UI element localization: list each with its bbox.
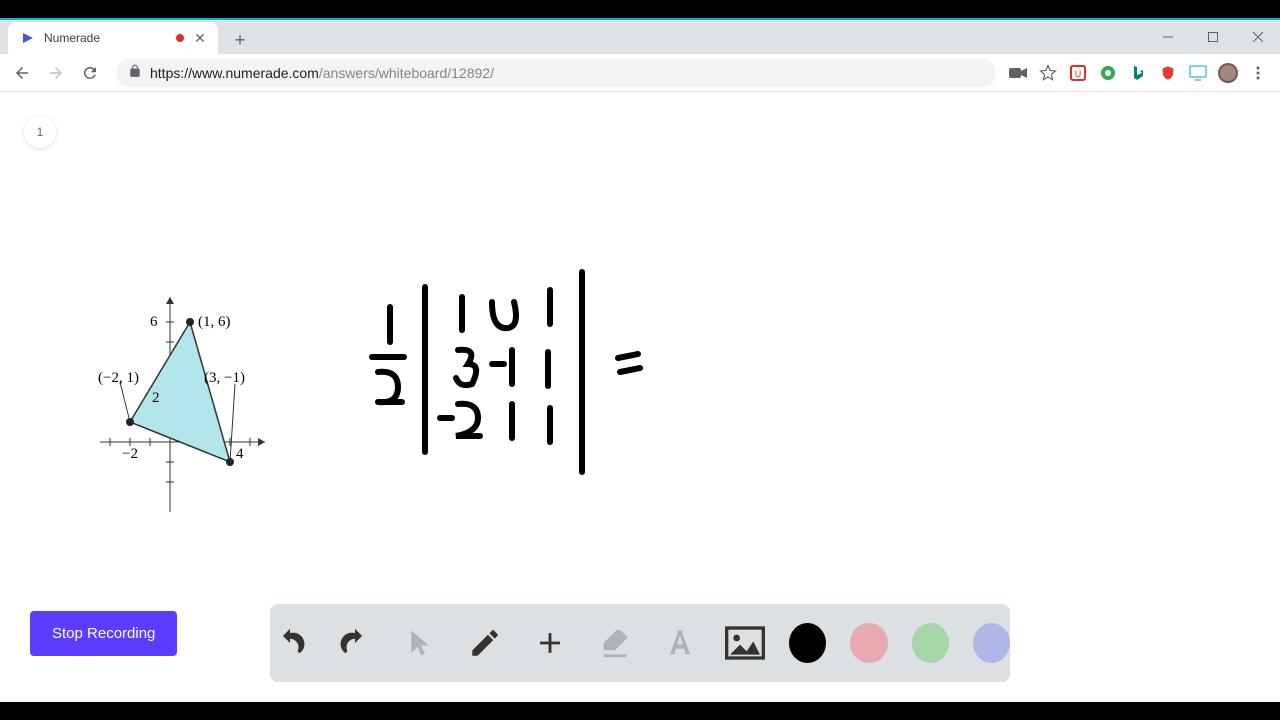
- extension-icons: U: [1008, 63, 1268, 83]
- y-tick-6: 6: [150, 314, 158, 330]
- reload-button[interactable]: [76, 59, 104, 87]
- new-tab-button[interactable]: +: [226, 26, 254, 54]
- tab-strip: Numerade ✕ +: [0, 20, 1280, 54]
- menu-button[interactable]: [1248, 63, 1268, 83]
- lock-icon: [128, 64, 142, 81]
- minimize-button[interactable]: [1145, 20, 1190, 54]
- tab-close-button[interactable]: ✕: [192, 30, 208, 46]
- handwriting: [372, 272, 640, 472]
- vertex-a-label: (1, 6): [198, 314, 231, 330]
- text-tool[interactable]: [659, 621, 700, 665]
- redo-button[interactable]: [335, 621, 376, 665]
- add-tool[interactable]: [530, 621, 571, 665]
- page-content: 1: [0, 92, 1280, 702]
- browser-window: Numerade ✕ + https://www.numerade.com/an…: [0, 18, 1280, 702]
- ext-shield-icon[interactable]: [1158, 63, 1178, 83]
- whiteboard-toolbar: [270, 604, 1010, 682]
- ext-bing-icon[interactable]: [1128, 63, 1148, 83]
- letterbox-bottom: [0, 702, 1280, 720]
- favicon-icon: [20, 30, 36, 46]
- svg-text:U: U: [1075, 69, 1082, 79]
- forward-button[interactable]: [42, 59, 70, 87]
- ext-green-circle-icon[interactable]: [1098, 63, 1118, 83]
- ext-red-square-icon[interactable]: U: [1068, 63, 1088, 83]
- url-host: https://www.numerade.com: [150, 65, 319, 81]
- url-path: /answers/whiteboard/12892/: [319, 65, 494, 81]
- eraser-tool[interactable]: [595, 621, 636, 665]
- pointer-tool[interactable]: [400, 621, 441, 665]
- maximize-button[interactable]: [1190, 20, 1235, 54]
- profile-avatar[interactable]: [1218, 63, 1238, 83]
- recording-indicator-icon: [176, 34, 184, 42]
- window-controls: [1145, 20, 1280, 54]
- camera-icon[interactable]: [1008, 63, 1028, 83]
- undo-button[interactable]: [270, 621, 311, 665]
- close-window-button[interactable]: [1235, 20, 1280, 54]
- x-tick-4: 4: [236, 446, 244, 462]
- pencil-tool[interactable]: [465, 621, 506, 665]
- ext-monitor-icon[interactable]: [1188, 63, 1208, 83]
- toolbar-row: https://www.numerade.com/answers/whitebo…: [0, 54, 1280, 92]
- star-icon[interactable]: [1038, 63, 1058, 83]
- vertex-c-label: (−2, 1): [98, 370, 139, 386]
- letterbox-top: [0, 0, 1280, 18]
- coordinate-graph: 6 2 −2 4 (1, 6) (3, −1) (−2, 1): [98, 297, 265, 512]
- address-bar[interactable]: https://www.numerade.com/answers/whitebo…: [116, 59, 996, 87]
- tab-title: Numerade: [44, 31, 168, 45]
- x-tick-neg2: −2: [122, 446, 138, 462]
- vertex-b-label: (3, −1): [204, 370, 245, 386]
- stop-recording-button[interactable]: Stop Recording: [30, 611, 177, 656]
- back-button[interactable]: [8, 59, 36, 87]
- image-tool[interactable]: [724, 621, 765, 665]
- url-text: https://www.numerade.com/answers/whitebo…: [150, 65, 494, 81]
- whiteboard-canvas[interactable]: 6 2 −2 4 (1, 6) (3, −1) (−2, 1): [0, 92, 1280, 692]
- browser-tab[interactable]: Numerade ✕: [8, 22, 218, 54]
- color-pink[interactable]: [850, 623, 887, 663]
- y-tick-2: 2: [152, 390, 160, 406]
- color-black[interactable]: [789, 623, 826, 663]
- color-green[interactable]: [912, 623, 949, 663]
- color-blue[interactable]: [973, 623, 1010, 663]
